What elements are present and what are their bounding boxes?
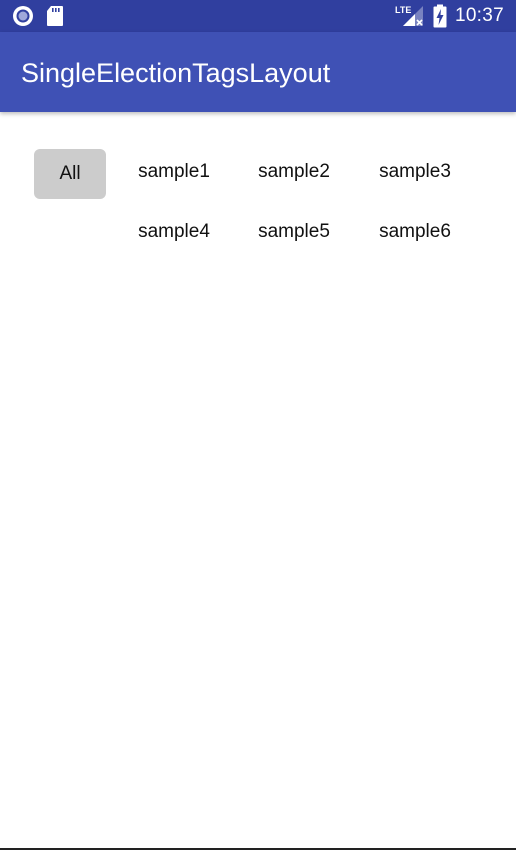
screen: LTE 10:37 SingleElectionTagsLayout All s… bbox=[0, 0, 516, 850]
tag-sample3[interactable]: sample3 bbox=[365, 147, 465, 197]
status-bar-left bbox=[12, 5, 64, 27]
network-label: LTE bbox=[395, 5, 411, 15]
tags-layout: All sample1 sample2 sample3 sample4 samp… bbox=[0, 112, 516, 848]
status-time: 10:37 bbox=[454, 5, 504, 26]
tag-sample5[interactable]: sample5 bbox=[244, 207, 344, 257]
lte-signal-icon: LTE bbox=[395, 4, 425, 28]
status-bar-right: LTE 10:37 bbox=[395, 0, 504, 32]
tag-all[interactable]: All bbox=[34, 149, 106, 199]
tag-label: All bbox=[59, 163, 81, 184]
tag-label: sample2 bbox=[258, 161, 330, 182]
circle-app-icon bbox=[12, 5, 34, 27]
status-bar: LTE 10:37 bbox=[0, 0, 516, 32]
battery-charging-icon bbox=[433, 4, 447, 28]
tag-sample2[interactable]: sample2 bbox=[244, 147, 344, 197]
app-title: SingleElectionTagsLayout bbox=[21, 58, 331, 88]
tag-label: sample1 bbox=[138, 161, 210, 182]
app-bar: SingleElectionTagsLayout bbox=[0, 32, 516, 112]
tag-sample6[interactable]: sample6 bbox=[365, 207, 465, 257]
sd-card-icon bbox=[46, 5, 64, 27]
tag-label: sample4 bbox=[138, 221, 210, 242]
tag-sample1[interactable]: sample1 bbox=[124, 147, 224, 197]
tag-label: sample5 bbox=[258, 221, 330, 242]
tag-label: sample6 bbox=[379, 221, 451, 242]
tag-sample4[interactable]: sample4 bbox=[124, 207, 224, 257]
tag-label: sample3 bbox=[379, 161, 451, 182]
